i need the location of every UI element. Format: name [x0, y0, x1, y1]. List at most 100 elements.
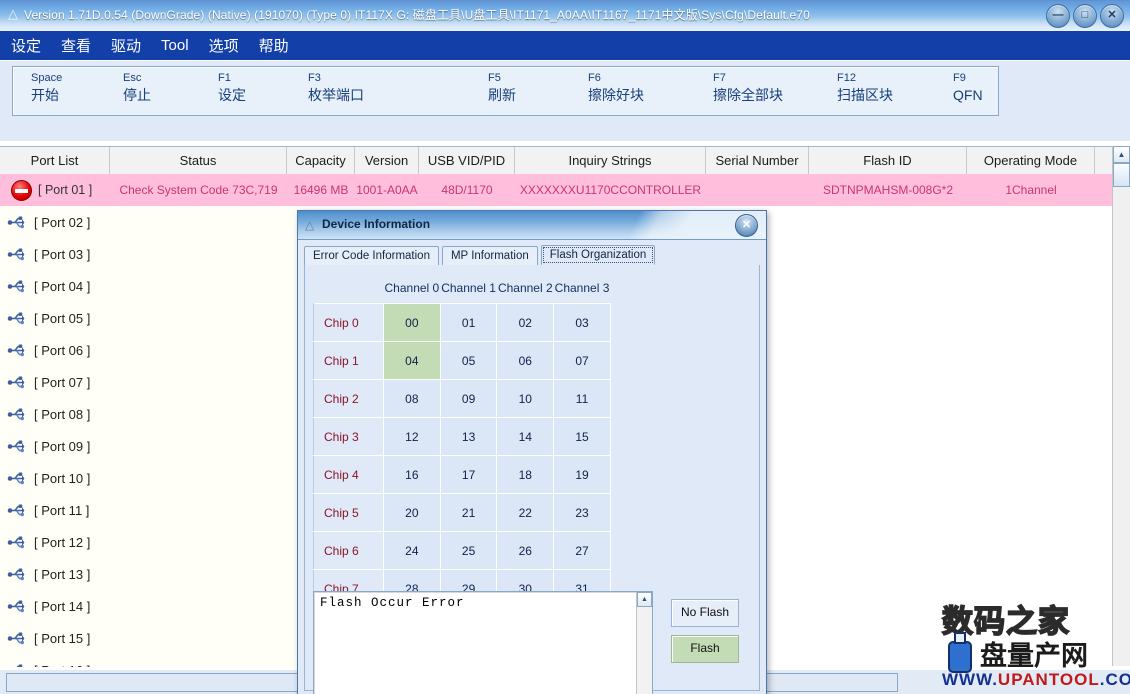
column-header-3[interactable]: Capacity: [287, 147, 355, 174]
dialog-tab-1[interactable]: Error Code Information: [304, 246, 439, 265]
dialog-button-no-flash[interactable]: No Flash: [671, 599, 739, 627]
flash-cell[interactable]: 11: [554, 380, 611, 418]
toolbar-button-f9[interactable]: F9QFN: [953, 71, 983, 105]
flash-cell[interactable]: 20: [384, 494, 441, 532]
flash-cell[interactable]: 08: [384, 380, 441, 418]
flash-cell[interactable]: 02: [497, 304, 554, 342]
flash-cell[interactable]: 23: [554, 494, 611, 532]
list-item[interactable]: [ Port 16 ]: [0, 654, 300, 667]
row-serial-cell[interactable]: [706, 174, 809, 206]
row-capacity-cell[interactable]: 16496 MB: [287, 174, 355, 206]
row-version-cell[interactable]: 1001-A0AA: [355, 174, 419, 206]
flash-cell[interactable]: 12: [384, 418, 441, 456]
flash-cell[interactable]: 27: [554, 532, 611, 570]
toolbar-button-f6[interactable]: F6擦除好块: [588, 71, 644, 105]
row-usb_vid_pid-cell[interactable]: 48D/1170: [419, 174, 515, 206]
error-log-box[interactable]: Flash Occur Error ▲: [313, 591, 653, 694]
flash-cell[interactable]: 05: [440, 342, 497, 380]
flash-cell[interactable]: 25: [440, 532, 497, 570]
list-item[interactable]: [ Port 05 ]: [0, 302, 300, 334]
port-label: [ Port 03 ]: [34, 247, 90, 262]
close-button[interactable]: ✕: [1100, 4, 1124, 28]
column-header-2[interactable]: Status: [110, 147, 287, 174]
list-item[interactable]: [ Port 02 ]: [0, 206, 300, 238]
flash-cell[interactable]: 07: [554, 342, 611, 380]
flash-cell[interactable]: 09: [440, 380, 497, 418]
list-item[interactable]: [ Port 11 ]: [0, 494, 300, 526]
flash-cell[interactable]: 15: [554, 418, 611, 456]
flash-cell[interactable]: 14: [497, 418, 554, 456]
usb-icon: [7, 661, 26, 668]
flash-cell[interactable]: 22: [497, 494, 554, 532]
flash-cell[interactable]: 18: [497, 456, 554, 494]
dialog-tab-2[interactable]: MP Information: [442, 246, 538, 265]
column-header-7[interactable]: Serial Number: [706, 147, 809, 174]
menu-item-2[interactable]: 查看: [59, 34, 93, 57]
list-item[interactable]: [ Port 08 ]: [0, 398, 300, 430]
flash-cell[interactable]: 16: [384, 456, 441, 494]
flash-cell[interactable]: 13: [440, 418, 497, 456]
row-port-cell[interactable]: [ Port 01 ]: [0, 174, 110, 206]
flash-cell[interactable]: 19: [554, 456, 611, 494]
list-item[interactable]: [ Port 03 ]: [0, 238, 300, 270]
flash-cell[interactable]: 17: [440, 456, 497, 494]
list-item[interactable]: [ Port 07 ]: [0, 366, 300, 398]
vertical-scrollbar[interactable]: ▲: [1112, 146, 1130, 666]
column-header-8[interactable]: Flash ID: [809, 147, 967, 174]
scroll-thumb[interactable]: [1113, 163, 1130, 187]
log-scroll-up-button[interactable]: ▲: [637, 592, 652, 607]
port-label: [ Port 06 ]: [34, 343, 90, 358]
flash-cell[interactable]: 03: [554, 304, 611, 342]
flash-table-row: Chip 312131415: [314, 418, 611, 456]
flash-cell[interactable]: 06: [497, 342, 554, 380]
list-item[interactable]: [ Port 10 ]: [0, 462, 300, 494]
list-item[interactable]: [ Port 13 ]: [0, 558, 300, 590]
device-information-dialog: △ Device Information ✕ Error Code Inform…: [297, 210, 767, 694]
list-item[interactable]: [ Port 15 ]: [0, 622, 300, 654]
maximize-button[interactable]: □: [1073, 4, 1097, 28]
flash-cell[interactable]: 26: [497, 532, 554, 570]
list-item[interactable]: [ Port 04 ]: [0, 270, 300, 302]
row-flash_id-cell[interactable]: SDTNPMAHSM-008G*2: [809, 174, 967, 206]
dialog-button-flash[interactable]: Flash: [671, 635, 739, 663]
scroll-up-button[interactable]: ▲: [1113, 146, 1130, 163]
toolbar-button-f12[interactable]: F12扫描区块: [837, 71, 893, 105]
flash-cell[interactable]: 00: [384, 304, 441, 342]
table-row[interactable]: [ Port 01 ]Check System Code 73C,7191649…: [0, 174, 1113, 206]
menu-item-5[interactable]: 选项: [207, 34, 241, 57]
row-inquiry-cell[interactable]: XXXXXXXU1170CCONTROLLER: [515, 174, 706, 206]
toolbar-button-f7[interactable]: F7擦除全部块: [713, 71, 783, 105]
log-scrollbar[interactable]: ▲: [636, 592, 652, 694]
toolbar-button-f3[interactable]: F3枚举端口: [308, 71, 364, 105]
menu-item-6[interactable]: 帮助: [257, 34, 291, 57]
flash-cell[interactable]: 04: [384, 342, 441, 380]
flash-cell[interactable]: 01: [440, 304, 497, 342]
list-item[interactable]: [ Port 06 ]: [0, 334, 300, 366]
column-header-6[interactable]: Inquiry Strings: [515, 147, 706, 174]
menu-item-4[interactable]: Tool: [159, 36, 191, 55]
dialog-tab-3[interactable]: Flash Organization: [541, 245, 656, 265]
port-list[interactable]: [ Port 02 ][ Port 03 ][ Port 04 ][ Port …: [0, 174, 301, 667]
column-header-4[interactable]: Version: [355, 147, 419, 174]
chip-label: Chip 3: [314, 418, 384, 456]
column-header-5[interactable]: USB VID/PID: [419, 147, 515, 174]
list-item[interactable]: [ Port 09 ]: [0, 430, 300, 462]
toolbar-button-f1[interactable]: F1设定: [218, 71, 246, 105]
list-item[interactable]: [ Port 12 ]: [0, 526, 300, 558]
list-item[interactable]: [ Port 14 ]: [0, 590, 300, 622]
toolbar-button-space[interactable]: Space开始: [31, 71, 62, 105]
menu-item-3[interactable]: 驱动: [109, 34, 143, 57]
toolbar-button-esc[interactable]: Esc停止: [123, 71, 151, 105]
dialog-close-button[interactable]: ✕: [735, 214, 758, 237]
column-header-9[interactable]: Operating Mode: [967, 147, 1095, 174]
minimize-button[interactable]: —: [1046, 4, 1070, 28]
row-status-cell[interactable]: Check System Code 73C,719: [110, 174, 287, 206]
flash-cell[interactable]: 21: [440, 494, 497, 532]
row-op_mode-cell[interactable]: 1Channel: [967, 174, 1095, 206]
flash-cell[interactable]: 24: [384, 532, 441, 570]
toolbar-button-f5[interactable]: F5刷新: [488, 71, 516, 105]
flash-cell[interactable]: 10: [497, 380, 554, 418]
usb-icon: [7, 629, 26, 648]
column-header-1[interactable]: Port List: [0, 147, 110, 174]
menu-item-1[interactable]: 设定: [9, 34, 43, 57]
